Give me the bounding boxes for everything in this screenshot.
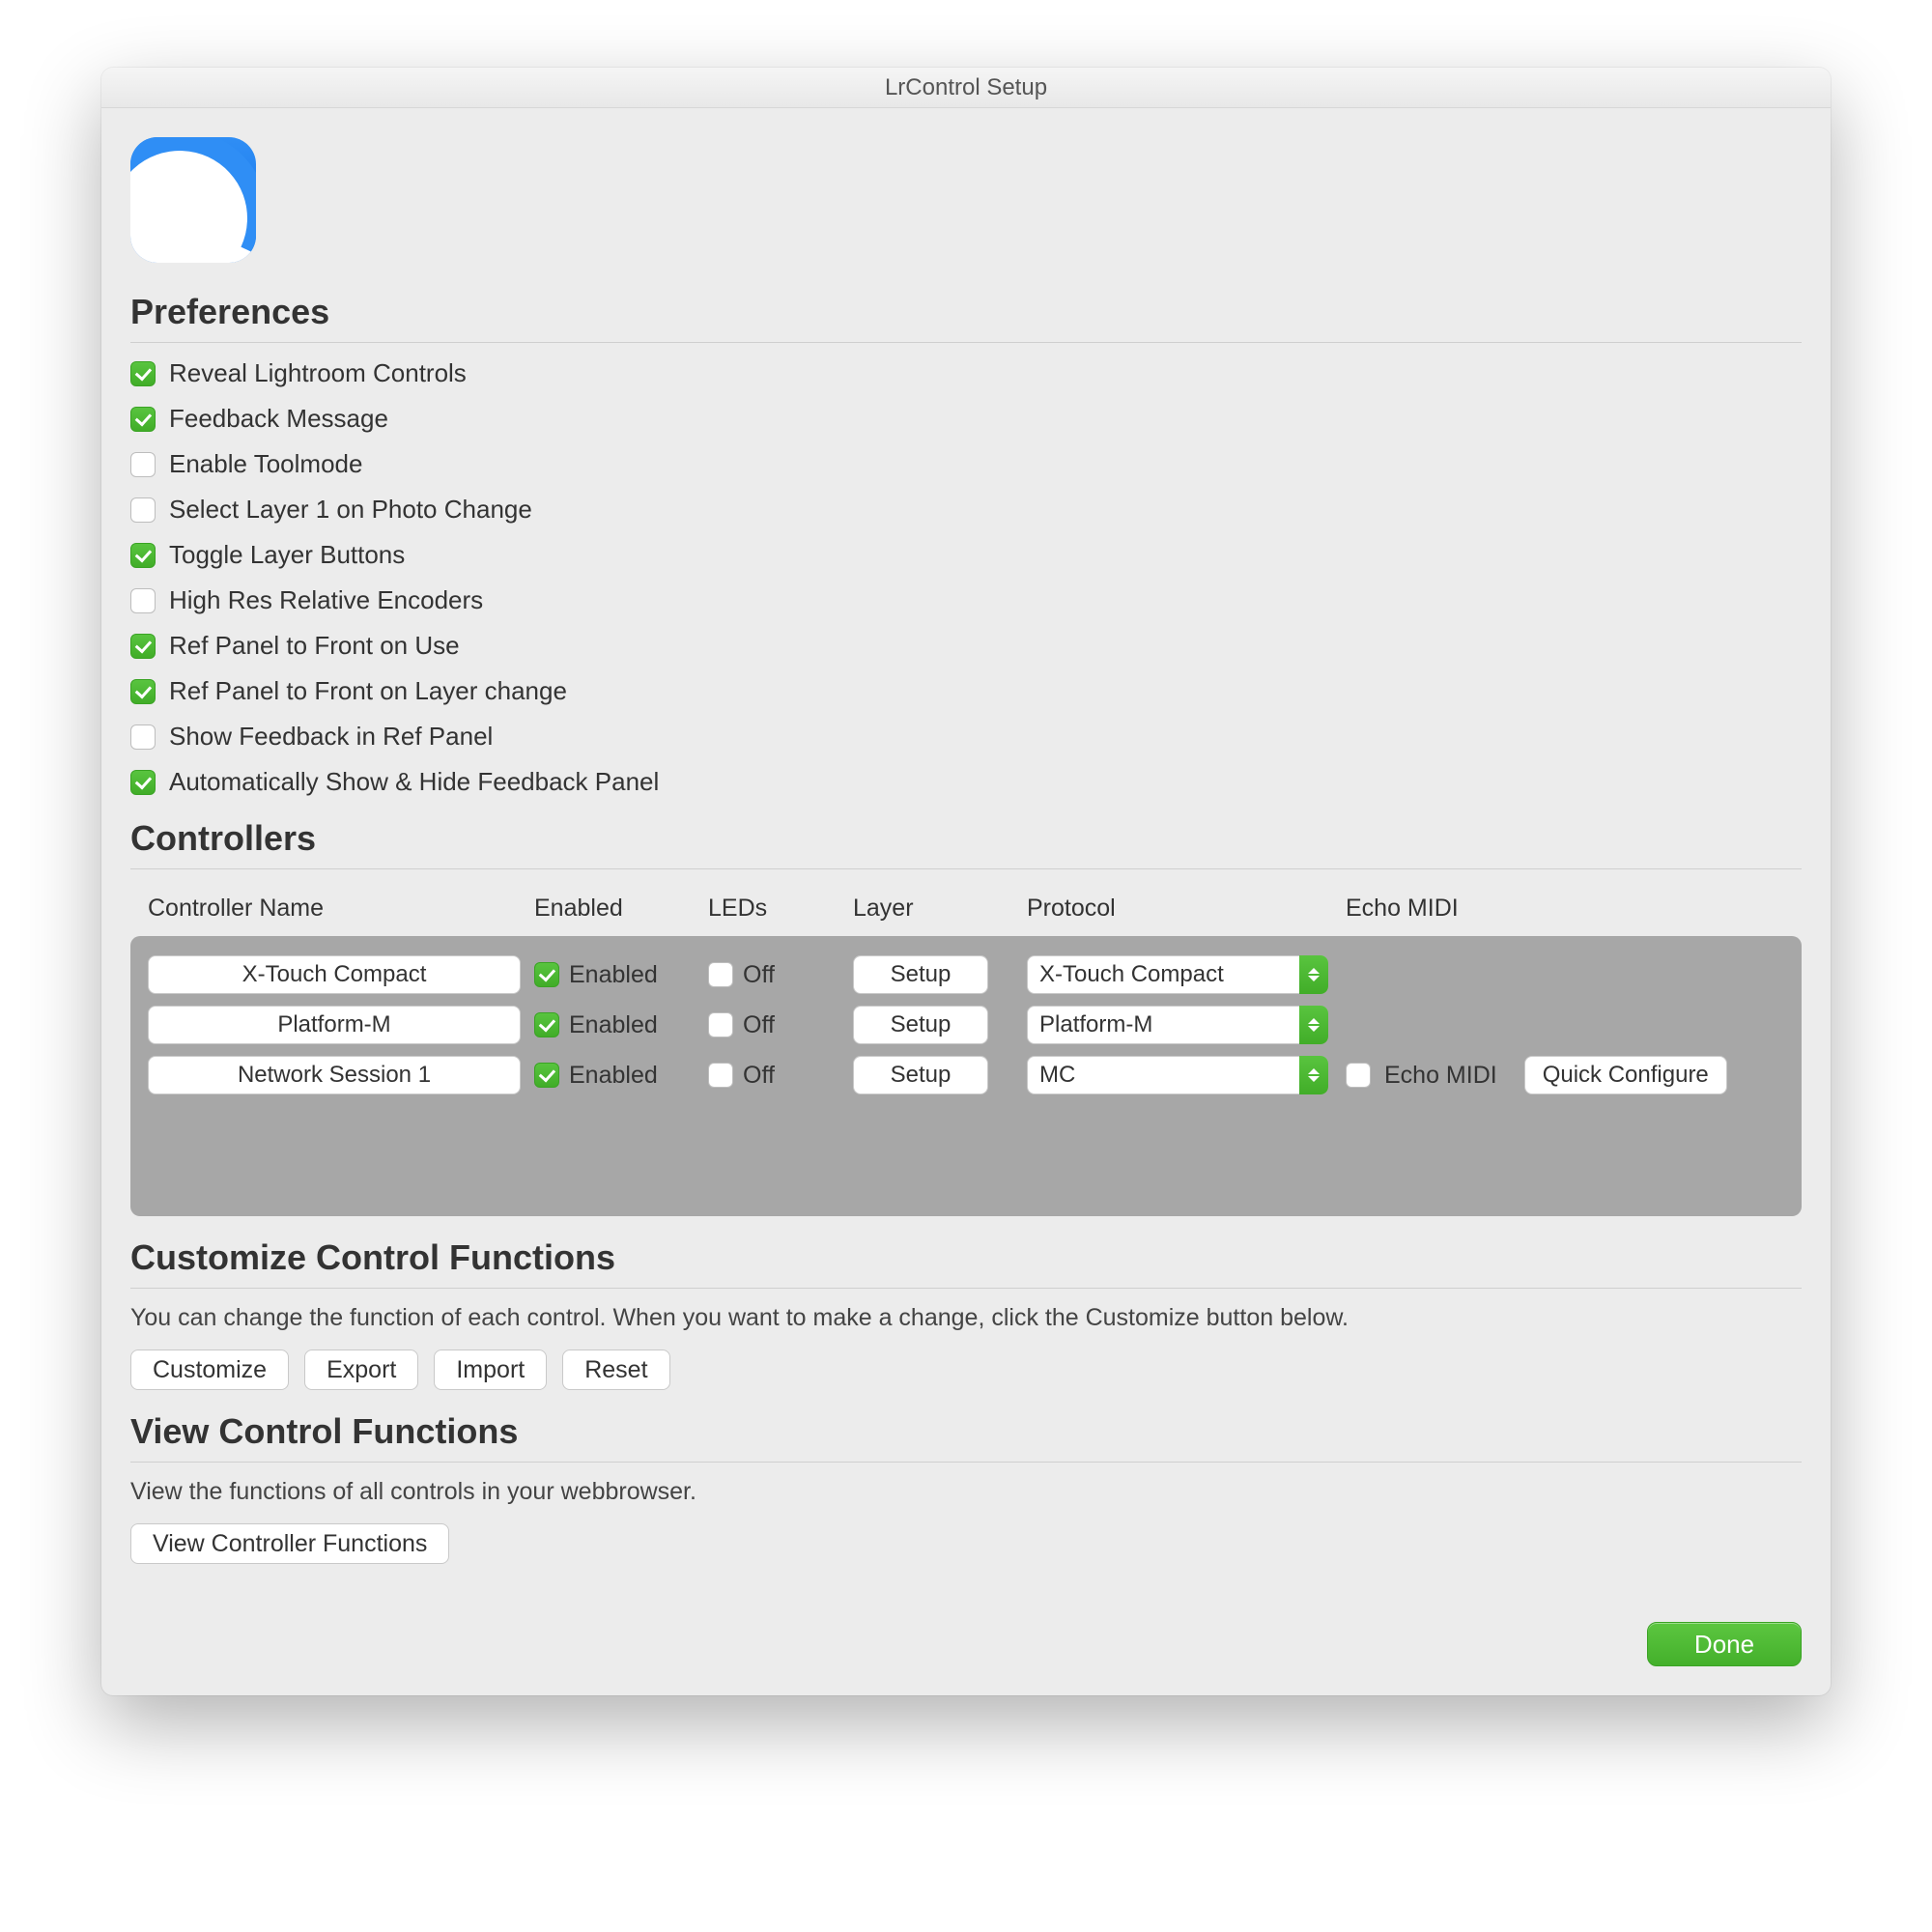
view-heading: View Control Functions	[130, 1411, 1802, 1452]
preference-checkbox[interactable]	[130, 770, 156, 795]
preference-label: Ref Panel to Front on Layer change	[169, 676, 567, 706]
preference-row: Show Feedback in Ref Panel	[130, 722, 1802, 752]
preference-checkbox[interactable]	[130, 543, 156, 568]
controllers-header-row: Controller Name Enabled LEDs Layer Proto…	[130, 885, 1802, 936]
preference-label: Enable Toolmode	[169, 449, 362, 479]
preference-label: Reveal Lightroom Controls	[169, 358, 467, 388]
divider	[130, 1462, 1802, 1463]
preference-row: Enable Toolmode	[130, 449, 1802, 479]
chevron-updown-icon	[1299, 1006, 1328, 1044]
preference-checkbox[interactable]	[130, 588, 156, 613]
preference-row: Ref Panel to Front on Layer change	[130, 676, 1802, 706]
controller-row: Network Session 1 Enabled Off Setup MC Echo M…	[144, 1050, 1788, 1100]
setup-window: LrControl Setup Preferences Reveal Light…	[101, 68, 1831, 1695]
titlebar: LrControl Setup	[101, 68, 1831, 108]
customize-description: You can change the function of each cont…	[130, 1304, 1802, 1332]
import-button[interactable]: Import	[434, 1350, 547, 1390]
chevron-updown-icon	[1299, 1056, 1328, 1094]
controller-row: Platform-M Enabled Off Setup Platform-M	[144, 1000, 1788, 1050]
preference-checkbox[interactable]	[130, 407, 156, 432]
controllers-body: X-Touch Compact Enabled Off Setup X-Touch Co…	[130, 936, 1802, 1216]
preference-row: Toggle Layer Buttons	[130, 540, 1802, 570]
preference-row: Ref Panel to Front on Use	[130, 631, 1802, 661]
preference-label: Automatically Show & Hide Feedback Panel	[169, 767, 659, 797]
chevron-updown-icon	[1299, 955, 1328, 994]
preference-checkbox[interactable]	[130, 361, 156, 386]
window-title: LrControl Setup	[885, 74, 1047, 101]
preference-label: Ref Panel to Front on Use	[169, 631, 460, 661]
controller-enabled-label: Enabled	[569, 961, 658, 989]
controller-name-field[interactable]: X-Touch Compact	[148, 955, 521, 994]
preference-label: Feedback Message	[169, 404, 388, 434]
col-controller-name: Controller Name	[148, 895, 534, 923]
preferences-list: Reveal Lightroom Controls Feedback Messag…	[130, 358, 1802, 797]
preference-label: Toggle Layer Buttons	[169, 540, 405, 570]
preference-checkbox[interactable]	[130, 452, 156, 477]
divider	[130, 1288, 1802, 1289]
leds-off-label: Off	[743, 961, 775, 989]
layer-setup-button[interactable]: Setup	[853, 955, 988, 994]
preference-checkbox[interactable]	[130, 724, 156, 750]
controller-enabled-checkbox[interactable]	[534, 1012, 559, 1037]
preference-checkbox[interactable]	[130, 497, 156, 523]
controllers-panel: Controller Name Enabled LEDs Layer Proto…	[130, 885, 1802, 1216]
protocol-select-value: MC	[1027, 1056, 1328, 1094]
view-button-row: View Controller Functions	[130, 1523, 1802, 1564]
preference-checkbox[interactable]	[130, 679, 156, 704]
preference-row: Feedback Message	[130, 404, 1802, 434]
preference-row: High Res Relative Encoders	[130, 585, 1802, 615]
col-protocol: Protocol	[1027, 895, 1346, 923]
export-button[interactable]: Export	[304, 1350, 418, 1390]
content: Preferences Reveal Lightroom Controls Fee…	[101, 108, 1831, 1695]
leds-off-checkbox[interactable]	[708, 962, 733, 987]
customize-button[interactable]: Customize	[130, 1350, 289, 1390]
customize-heading: Customize Control Functions	[130, 1237, 1802, 1278]
preference-row: Reveal Lightroom Controls	[130, 358, 1802, 388]
layer-setup-button[interactable]: Setup	[853, 1006, 988, 1044]
echo-midi-checkbox[interactable]	[1346, 1063, 1371, 1088]
leds-off-checkbox[interactable]	[708, 1012, 733, 1037]
protocol-select[interactable]: Platform-M	[1027, 1006, 1328, 1044]
preference-label: Show Feedback in Ref Panel	[169, 722, 493, 752]
app-icon	[130, 137, 256, 263]
col-leds: LEDs	[708, 895, 853, 923]
col-enabled: Enabled	[534, 895, 708, 923]
preference-row: Select Layer 1 on Photo Change	[130, 495, 1802, 525]
preference-checkbox[interactable]	[130, 634, 156, 659]
layer-setup-button[interactable]: Setup	[853, 1056, 988, 1094]
controller-name-field[interactable]: Platform-M	[148, 1006, 521, 1044]
leds-off-checkbox[interactable]	[708, 1063, 733, 1088]
footer: Done	[130, 1622, 1802, 1666]
preference-label: High Res Relative Encoders	[169, 585, 483, 615]
controller-name-field[interactable]: Network Session 1	[148, 1056, 521, 1094]
preferences-heading: Preferences	[130, 292, 1802, 332]
done-button[interactable]: Done	[1647, 1622, 1802, 1666]
controller-enabled-checkbox[interactable]	[534, 962, 559, 987]
controllers-heading: Controllers	[130, 818, 1802, 859]
leds-off-label: Off	[743, 1011, 775, 1039]
protocol-select[interactable]: X-Touch Compact	[1027, 955, 1328, 994]
divider	[130, 342, 1802, 343]
controller-enabled-label: Enabled	[569, 1011, 658, 1039]
echo-midi-label: Echo MIDI	[1384, 1062, 1497, 1090]
preference-row: Automatically Show & Hide Feedback Panel	[130, 767, 1802, 797]
reset-button[interactable]: Reset	[562, 1350, 669, 1390]
view-description: View the functions of all controls in yo…	[130, 1478, 1802, 1506]
leds-off-label: Off	[743, 1062, 775, 1090]
controller-row: X-Touch Compact Enabled Off Setup X-Touch Co…	[144, 950, 1788, 1000]
col-layer: Layer	[853, 895, 1027, 923]
protocol-select-value: X-Touch Compact	[1027, 955, 1328, 994]
col-echo-midi: Echo MIDI	[1346, 895, 1790, 923]
controller-enabled-label: Enabled	[569, 1062, 658, 1090]
divider	[130, 868, 1802, 869]
protocol-select-value: Platform-M	[1027, 1006, 1328, 1044]
view-controller-functions-button[interactable]: View Controller Functions	[130, 1523, 449, 1564]
protocol-select[interactable]: MC	[1027, 1056, 1328, 1094]
controller-enabled-checkbox[interactable]	[534, 1063, 559, 1088]
customize-button-row: Customize Export Import Reset	[130, 1350, 1802, 1390]
quick-configure-button[interactable]: Quick Configure	[1524, 1056, 1727, 1094]
preference-label: Select Layer 1 on Photo Change	[169, 495, 532, 525]
